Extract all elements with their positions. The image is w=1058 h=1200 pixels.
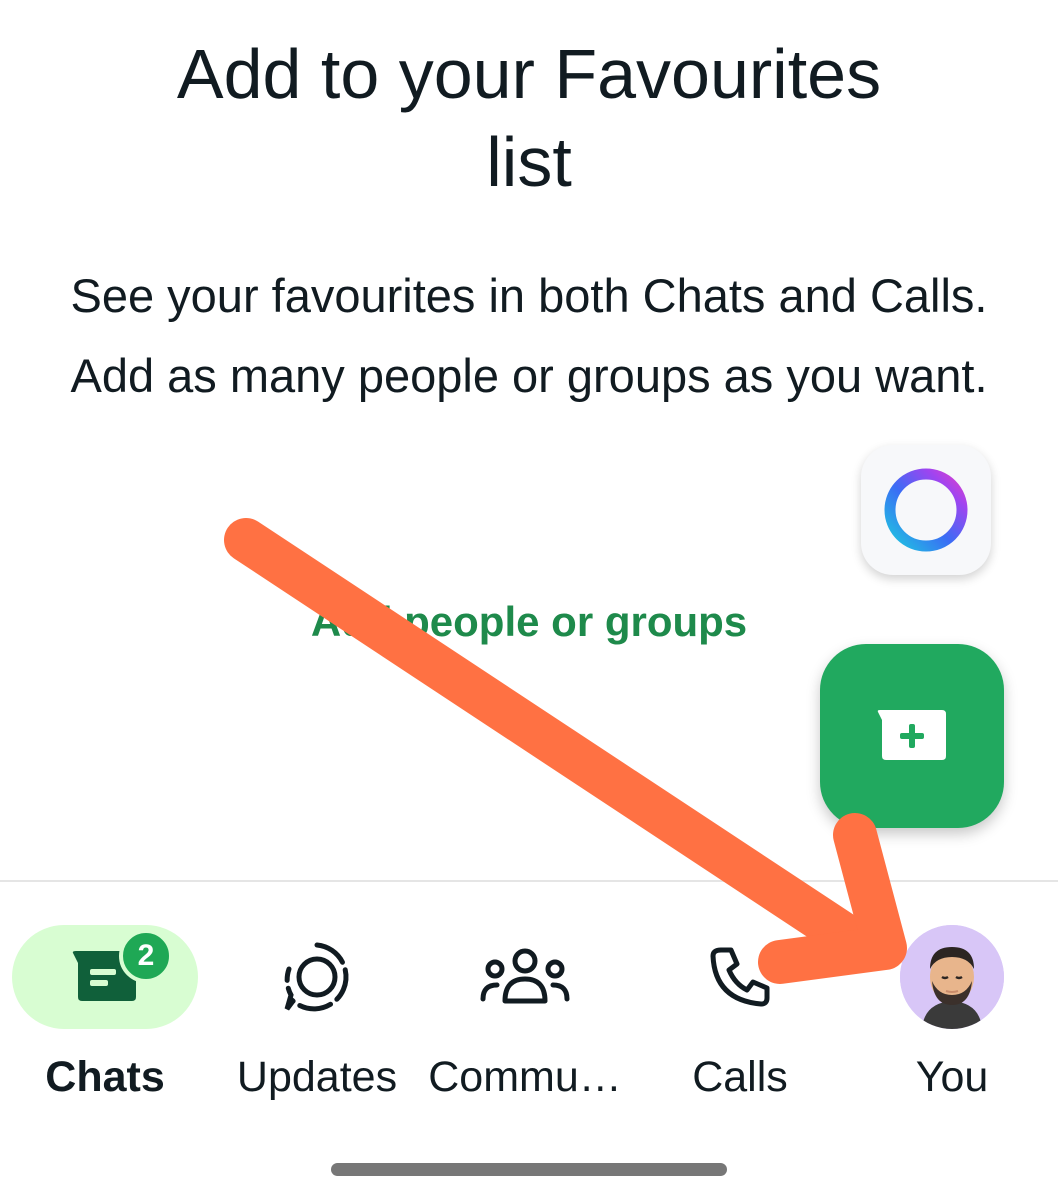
nav-item-you[interactable]: You	[857, 925, 1047, 1125]
title-line-2: list	[486, 123, 572, 201]
add-people-or-groups-link[interactable]: Add people or groups	[229, 598, 829, 646]
title-line-1: Add to your Favourites	[176, 35, 882, 113]
updates-status-icon	[284, 942, 349, 1012]
favourites-title: Add to your Favourites list	[0, 30, 1058, 206]
home-indicator	[331, 1163, 727, 1176]
new-chat-plus-icon	[877, 710, 946, 760]
meta-ai-button[interactable]	[861, 445, 991, 575]
nav-item-updates[interactable]: Updates	[222, 925, 412, 1125]
bottom-nav-divider	[0, 880, 1058, 882]
communities-icon	[480, 948, 570, 1004]
nav-label-you: You	[915, 1053, 989, 1101]
unread-count-badge: 2	[119, 929, 173, 983]
favourites-description: See your favourites in both Chats and Ca…	[70, 269, 988, 402]
meta-ai-ring-icon	[884, 468, 968, 552]
nav-item-chats[interactable]: 2 Chats	[10, 925, 200, 1125]
avatar	[900, 925, 1004, 1029]
chats-active-pill: 2	[12, 925, 198, 1029]
nav-item-calls[interactable]: Calls	[645, 925, 835, 1125]
phone-icon	[710, 947, 770, 1007]
new-chat-button[interactable]	[820, 644, 1004, 828]
avatar-face-icon	[900, 925, 1004, 1029]
nav-item-communities[interactable]: Commu…	[428, 925, 622, 1125]
